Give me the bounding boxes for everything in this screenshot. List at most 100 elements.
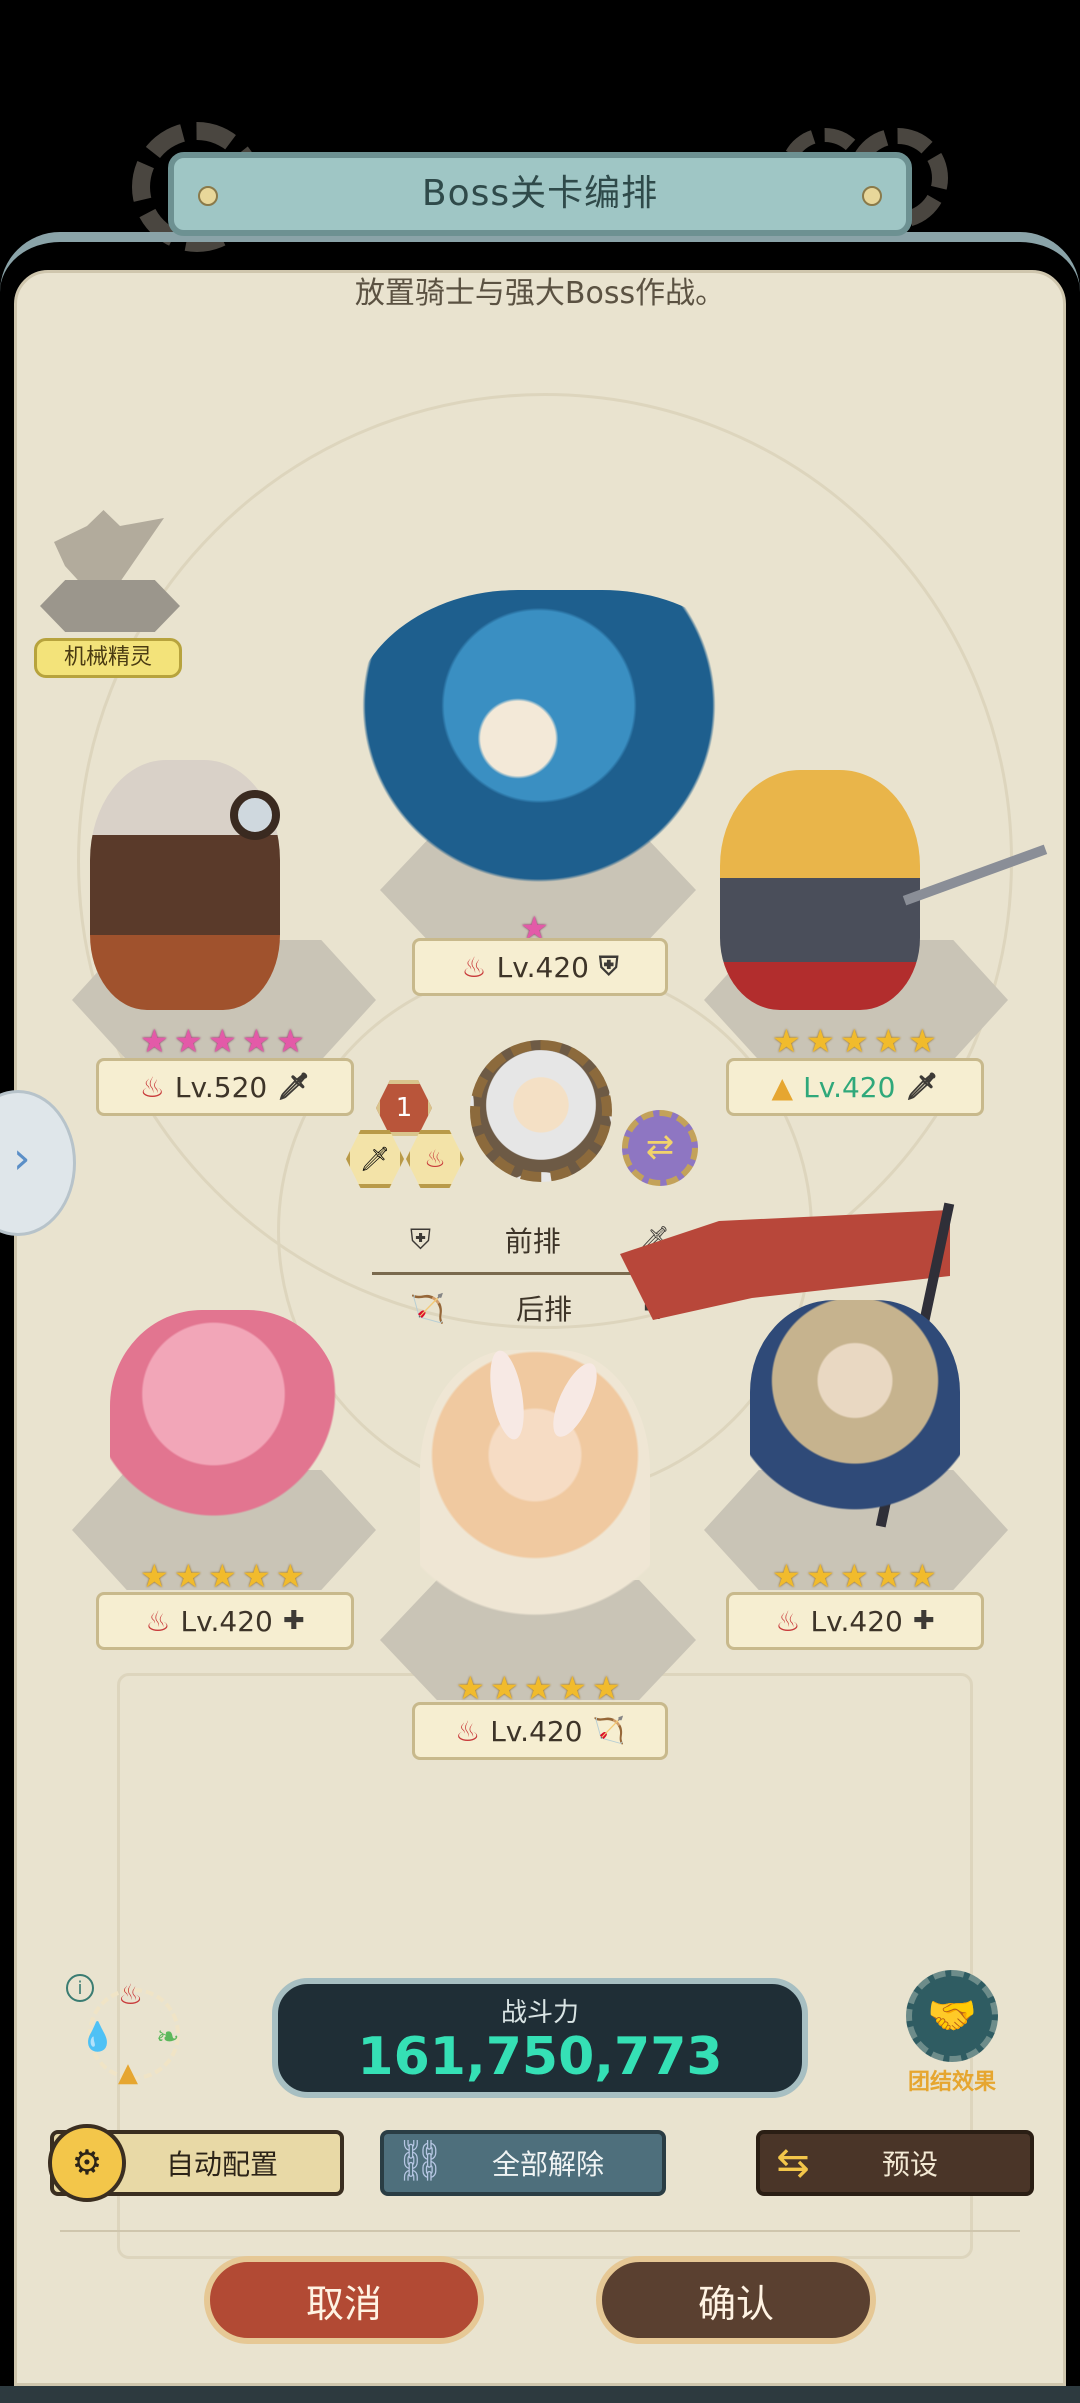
pet-base <box>40 580 180 632</box>
rivet-icon <box>862 186 882 206</box>
fire-element-icon: ♨ <box>145 1604 171 1638</box>
handshake-icon: 🤝 <box>906 1970 998 2062</box>
info-icon[interactable]: i <box>66 1974 94 2002</box>
preset-swap-icon: ⇆ <box>776 2140 810 2186</box>
bottom-divider <box>60 2230 1020 2232</box>
sword-icon: 🗡 <box>359 1145 391 1173</box>
star-icon: ★ <box>772 1022 801 1060</box>
earth-element-icon: ▲ <box>771 1070 794 1104</box>
character-bunny-girl[interactable] <box>420 1350 650 1650</box>
star-icon: ★ <box>772 1557 801 1595</box>
star-icon: ★ <box>174 1022 203 1060</box>
clear-all-button[interactable]: ⛓ 全部解除 <box>380 2130 666 2196</box>
auto-assign-label: 自动配置 <box>165 2148 278 2181</box>
pet-slot[interactable]: 机械精灵 <box>34 500 184 680</box>
level-text: Lv.420 <box>810 1604 903 1638</box>
star-icon: ★ <box>558 1669 587 1707</box>
shield-icon: ⛨ <box>598 951 619 982</box>
cross-icon: ✚ <box>912 1606 935 1636</box>
fire-element-icon: ♨ <box>461 950 487 984</box>
level-card-flag-girl: ♨ Lv.420 ✚ <box>726 1592 984 1650</box>
swap-leader-button[interactable]: ⇄ <box>622 1110 698 1186</box>
pet-silhouette <box>54 510 164 590</box>
character-blonde-knight[interactable] <box>720 770 920 1010</box>
star-icon: ★ <box>874 1557 903 1595</box>
star-icon: ★ <box>174 1557 203 1595</box>
star-icon: ★ <box>806 1557 835 1595</box>
fire-element-icon: ♨ <box>118 1978 144 2011</box>
page-subtitle: 放置骑士与强大Boss作战。 <box>354 276 726 311</box>
bottom-bar <box>0 2386 1080 2403</box>
level-text: Lv.420 <box>490 1714 583 1748</box>
front-row-label: 前排 <box>504 1225 561 1258</box>
auto-assign-button[interactable]: ⚙ 自动配置 <box>48 2124 344 2202</box>
fire-element-icon: ♨ <box>455 1714 481 1748</box>
back-row-legend: 🏹 后排 ✚ <box>410 1286 670 1330</box>
magnifier-icon <box>230 790 280 840</box>
preset-label: 预设 <box>881 2148 938 2181</box>
bow-icon: 🏹 <box>592 1716 625 1746</box>
star-icon: ★ <box>490 1669 519 1707</box>
team-effect-label: 团结效果 <box>907 2070 996 2095</box>
auto-gear-icon: ⚙ <box>48 2124 126 2202</box>
star-icon: ★ <box>806 1022 835 1060</box>
page-title-text: Boss关卡编排 <box>421 173 659 214</box>
cancel-button[interactable]: 取消 <box>204 2256 484 2344</box>
element-wheel[interactable]: i ♨ 💧 ❧ ▲ <box>66 1974 190 2088</box>
level-card-raccoon: ♨ Lv.520 🗡 <box>96 1058 354 1116</box>
level-text: Lv.520 <box>174 1070 268 1104</box>
sword-icon: 🗡 <box>905 1072 939 1102</box>
level-text: Lv.420 <box>180 1604 273 1638</box>
star-icon: ★ <box>140 1022 169 1060</box>
star-icon: ★ <box>276 1557 305 1595</box>
level-card-dragon-girl: ♨ Lv.420 ⛨ <box>412 938 668 996</box>
chevron-right-icon: › <box>13 1133 31 1184</box>
character-fairy[interactable] <box>110 1310 340 1550</box>
bow-icon: 🏹 <box>410 1291 445 1325</box>
level-card-blonde-knight: ▲ Lv.420 🗡 <box>726 1058 984 1116</box>
clear-all-label: 全部解除 <box>491 2148 604 2181</box>
level-card-fairy: ♨ Lv.420 ✚ <box>96 1592 354 1650</box>
team-effect-button[interactable]: 🤝 团结效果 <box>896 1970 1008 2100</box>
sword-icon: 🗡 <box>277 1072 311 1102</box>
level-card-bunny-girl: ♨ Lv.420 🏹 <box>412 1702 668 1760</box>
fire-element-icon: ♨ <box>139 1070 165 1104</box>
pet-label: 机械精灵 <box>34 638 182 678</box>
combat-power-label: 战斗力 <box>500 1998 579 2028</box>
unlink-icon: ⛓ <box>394 2138 446 2184</box>
star-icon: ★ <box>276 1022 305 1060</box>
stars-fairy: ★ ★ ★ ★ ★ <box>140 1560 308 1592</box>
character-dragon-girl[interactable] <box>350 590 770 920</box>
star-icon: ★ <box>592 1669 621 1707</box>
star-icon: ★ <box>208 1022 237 1060</box>
fire-element-icon: ♨ <box>775 1604 801 1638</box>
stars-flag-girl: ★ ★ ★ ★ ★ <box>772 1560 940 1592</box>
character-flag-girl[interactable] <box>750 1300 960 1530</box>
leader-portrait[interactable] <box>470 1040 612 1182</box>
confirm-button[interactable]: 确认 <box>596 2256 876 2344</box>
star-icon: ★ <box>242 1022 271 1060</box>
water-element-icon: 💧 <box>80 2020 115 2053</box>
star-icon: ★ <box>908 1022 937 1060</box>
star-icon: ★ <box>524 1669 553 1707</box>
stars-blonde-knight: ★ ★ ★ ★ ★ <box>772 1025 940 1057</box>
back-row-label: 后排 <box>516 1293 573 1326</box>
combat-power-box: 战斗力 161,750,773 <box>272 1978 808 2098</box>
rivet-icon <box>198 186 218 206</box>
star-icon: ★ <box>840 1022 869 1060</box>
star-icon: ★ <box>140 1557 169 1595</box>
star-icon: ★ <box>456 1669 485 1707</box>
shield-icon: ⛨ <box>410 1223 432 1256</box>
star-icon: ★ <box>242 1557 271 1595</box>
earth-element-icon: ▲ <box>118 2058 138 2088</box>
wind-element-icon: ❧ <box>156 2020 180 2053</box>
star-icon: ★ <box>908 1557 937 1595</box>
stars-raccoon: ★ ★ ★ ★ ★ <box>140 1025 308 1057</box>
fire-element-icon: ♨ <box>424 1145 446 1173</box>
combat-power-value: 161,750,773 <box>357 2027 723 2087</box>
cross-icon: ✚ <box>282 1606 305 1636</box>
page-title: Boss关卡编排 <box>168 152 912 236</box>
star-icon: ★ <box>208 1557 237 1595</box>
preset-button[interactable]: ⇆ 预设 <box>756 2130 1034 2196</box>
star-icon: ★ <box>874 1022 903 1060</box>
